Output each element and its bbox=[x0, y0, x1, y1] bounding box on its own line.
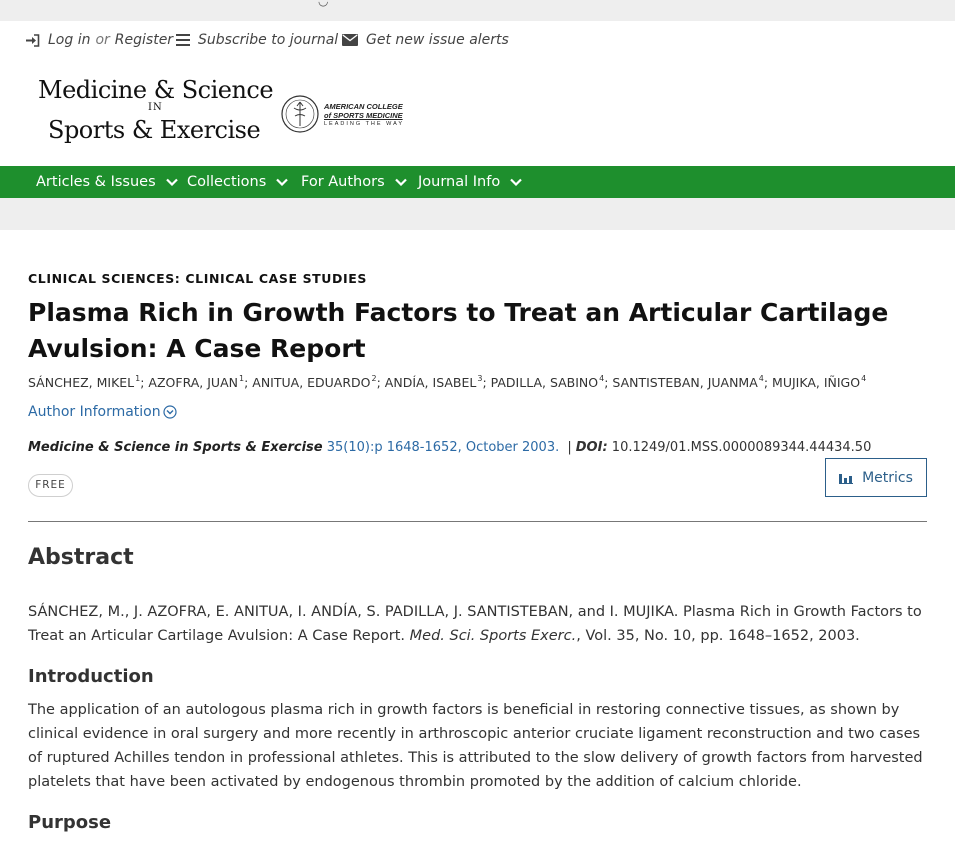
journal-name: Medicine & Science in Sports & Exercise bbox=[28, 440, 323, 455]
author[interactable]: PADILLA, SABINO4 bbox=[491, 374, 605, 390]
register-link[interactable]: Register bbox=[115, 32, 173, 48]
nav-articles-issues[interactable]: Articles & Issues bbox=[36, 166, 178, 198]
nav-for-authors[interactable]: For Authors bbox=[301, 166, 407, 198]
metrics-button[interactable]: Metrics bbox=[825, 458, 927, 497]
subscribe-label: Subscribe to journal bbox=[198, 32, 339, 48]
author[interactable]: AZOFRA, JUAN1 bbox=[148, 374, 244, 390]
acsm-line-3: LEADING THE WAY bbox=[324, 121, 405, 127]
doi-value: 10.1249/01.MSS.0000089344.44434.50 bbox=[611, 440, 872, 455]
logo-line-1: Medicine & Science bbox=[38, 76, 274, 104]
main-nav: Articles & Issues Collections For Author… bbox=[0, 166, 955, 198]
nav-collections[interactable]: Collections bbox=[187, 166, 289, 198]
author[interactable]: SANTISTEBAN, JUANMA4 bbox=[612, 374, 763, 390]
introduction-heading: Introduction bbox=[28, 666, 154, 687]
citation-journal: Med. Sci. Sports Exerc. bbox=[409, 628, 577, 644]
introduction-text: The application of an autologous plasma … bbox=[28, 702, 923, 790]
search-caret-icon: ◡ bbox=[318, 0, 329, 8]
author-information-label: Author Information bbox=[28, 404, 161, 420]
utility-bar: Log in or Register Subscribe to journal … bbox=[0, 21, 955, 61]
purpose-heading: Purpose bbox=[28, 812, 112, 833]
divider bbox=[28, 521, 927, 522]
author[interactable]: MUJIKA, IÑIGO4 bbox=[772, 374, 866, 390]
nav-label: Collections bbox=[187, 174, 267, 190]
metrics-label: Metrics bbox=[862, 469, 913, 486]
doi-label: DOI: bbox=[575, 440, 608, 455]
acsm-line-1: AMERICAN COLLEGE bbox=[324, 102, 403, 111]
chevron-down-icon bbox=[165, 178, 178, 186]
secondary-bar bbox=[0, 198, 955, 230]
abstract-citation: SÁNCHEZ, M., J. AZOFRA, E. ANITUA, I. AN… bbox=[28, 600, 933, 648]
author-information-toggle[interactable]: Author Information bbox=[28, 404, 177, 420]
abstract-heading: Abstract bbox=[28, 545, 134, 570]
issue-link[interactable]: 35(10):p 1648-1652, October 2003. bbox=[327, 440, 560, 455]
issue-alerts-label: Get new issue alerts bbox=[366, 32, 509, 48]
author[interactable]: ANDÍA, ISABEL3 bbox=[385, 374, 483, 390]
journal-logo[interactable]: Medicine & Science IN Sports & Exercise … bbox=[38, 76, 418, 150]
nav-label: For Authors bbox=[301, 174, 385, 190]
acsm-seal-icon bbox=[281, 95, 319, 133]
article-title: Plasma Rich in Growth Factors to Treat a… bbox=[28, 298, 889, 363]
login-register-group: Log in or Register bbox=[26, 32, 173, 48]
menu-icon bbox=[176, 34, 190, 46]
article-section-label: CLINICAL SCIENCES: CLINICAL CASE STUDIES bbox=[28, 271, 368, 286]
acsm-line-2: of SPORTS MEDICINE bbox=[324, 111, 403, 120]
bar-chart-icon bbox=[839, 473, 854, 484]
logo-line-2: Sports & Exercise bbox=[48, 116, 261, 144]
issue-alerts-link[interactable]: Get new issue alerts bbox=[342, 32, 509, 48]
nav-label: Articles & Issues bbox=[36, 174, 156, 190]
author[interactable]: ANITUA, EDUARDO2 bbox=[252, 374, 376, 390]
nav-journal-info[interactable]: Journal Info bbox=[418, 166, 522, 198]
envelope-icon bbox=[342, 34, 358, 46]
nav-label: Journal Info bbox=[418, 174, 501, 190]
subscribe-link[interactable]: Subscribe to journal bbox=[176, 32, 338, 48]
top-strip: ◡ bbox=[0, 0, 955, 21]
chevron-down-icon bbox=[510, 178, 522, 186]
acsm-logo: AMERICAN COLLEGE of SPORTS MEDICINE LEAD… bbox=[280, 94, 420, 134]
or-text: or bbox=[95, 32, 110, 48]
author[interactable]: SÁNCHEZ, MIKEL1 bbox=[28, 374, 140, 390]
separator: | bbox=[567, 440, 572, 455]
chevron-circle-down-icon bbox=[163, 405, 177, 419]
free-badge: FREE bbox=[28, 474, 73, 497]
logo-in: IN bbox=[148, 102, 163, 113]
login-link[interactable]: Log in bbox=[48, 32, 90, 48]
sign-in-icon bbox=[26, 33, 40, 47]
citation-rest: , Vol. 35, No. 10, pp. 1648–1652, 2003. bbox=[576, 628, 860, 644]
citation-line: Medicine & Science in Sports & Exercise … bbox=[28, 440, 871, 455]
chevron-down-icon bbox=[394, 178, 407, 186]
author-list: SÁNCHEZ, MIKEL1; AZOFRA, JUAN1; ANITUA, … bbox=[28, 374, 867, 390]
chevron-down-icon bbox=[276, 178, 289, 186]
